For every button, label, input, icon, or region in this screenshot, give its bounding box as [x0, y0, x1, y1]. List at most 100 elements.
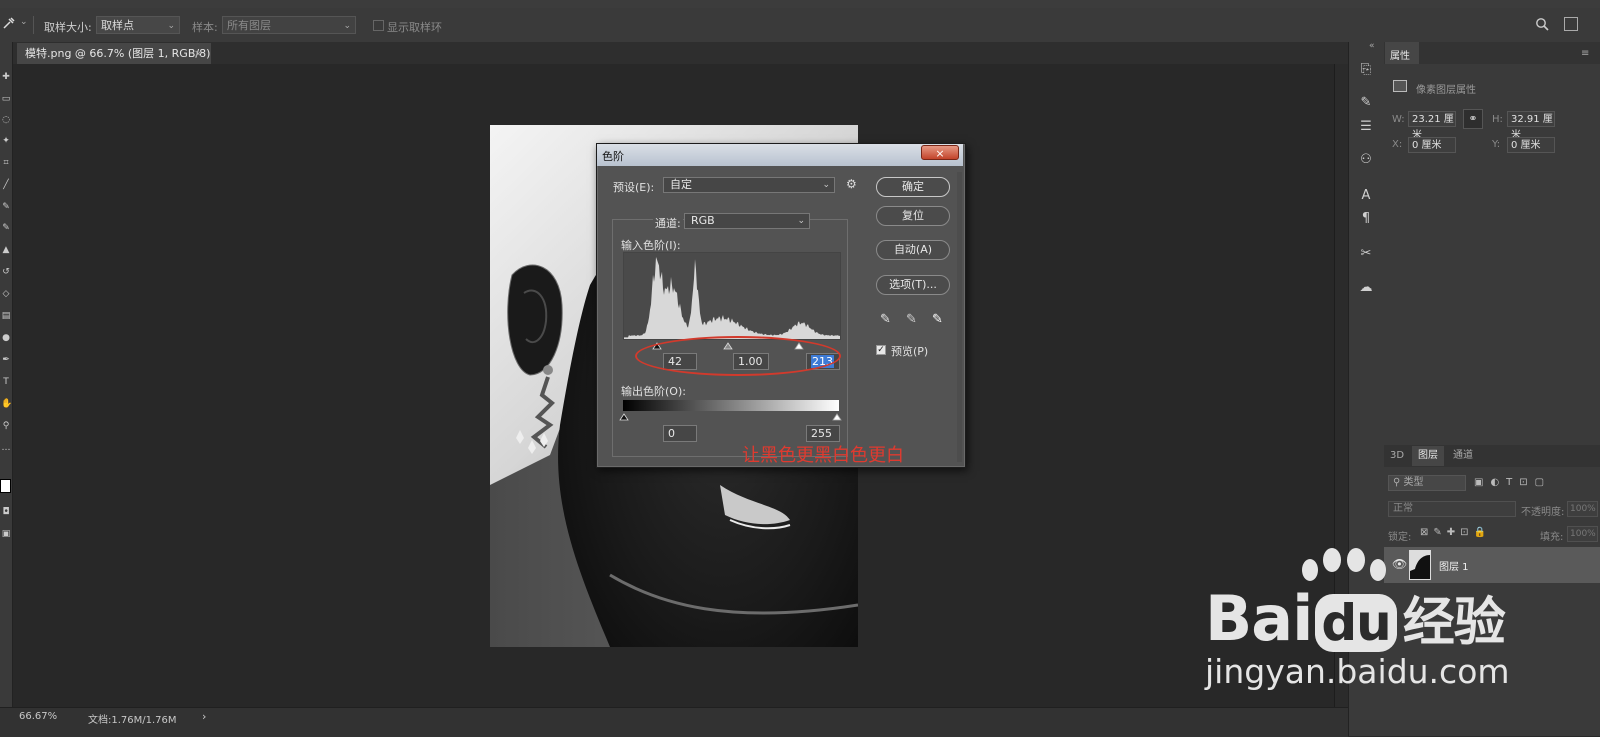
stamp-tool-icon[interactable]: ▲: [1, 245, 11, 255]
black-point-eyedropper-icon[interactable]: ✎: [880, 312, 891, 327]
foreground-color-swatch[interactable]: [0, 479, 11, 493]
output-black-handle[interactable]: [619, 413, 629, 421]
opacity-field[interactable]: 100%: [1567, 501, 1598, 517]
layer-filter-select[interactable]: ⚲ 类型: [1388, 475, 1466, 491]
document-tab[interactable]: 模特.png @ 66.7% (图层 1, RGB/8) * ×: [17, 43, 211, 81]
reset-button[interactable]: 复位: [876, 206, 950, 226]
y-field[interactable]: 0 厘米: [1507, 137, 1555, 153]
gray-point-eyedropper-icon[interactable]: ✎: [906, 312, 917, 327]
dialog-scroll-edge: [957, 172, 962, 462]
type-tool-icon[interactable]: T: [1, 377, 11, 387]
eyedropper-icon[interactable]: ╱: [1, 180, 11, 190]
marquee-tool-icon[interactable]: ▭: [1, 94, 11, 104]
output-slider-track[interactable]: [619, 411, 843, 421]
properties-tab[interactable]: 属性: [1385, 42, 1419, 64]
lasso-tool-icon[interactable]: ◌: [1, 115, 11, 125]
height-field[interactable]: 32.91 厘米: [1507, 111, 1555, 141]
output-gradient-bar: [623, 400, 839, 411]
sample-size-value: 取样点: [101, 19, 134, 32]
document-tab-bar: [13, 42, 1348, 64]
gradient-tool-icon[interactable]: ▤: [1, 311, 11, 321]
x-field[interactable]: 0 厘米: [1408, 137, 1456, 153]
status-menu-arrow-icon[interactable]: ›: [202, 710, 206, 723]
preview-checkbox[interactable]: ✓: [876, 345, 886, 355]
close-tab-icon[interactable]: ×: [194, 43, 203, 64]
blend-mode-value: 正常: [1393, 503, 1413, 514]
blur-tool-icon[interactable]: ●: [1, 333, 11, 343]
channel-select[interactable]: RGB ⌄: [684, 213, 810, 229]
auto-button[interactable]: 自动(A): [876, 240, 950, 260]
blend-mode-select[interactable]: 正常: [1388, 501, 1516, 517]
options-bar: ⌄ 取样大小: 取样点 ⌄ 样本: 所有图层 ⌄ 显示取样环: [0, 8, 1600, 43]
libraries-icon[interactable]: ☁: [1357, 279, 1375, 297]
close-icon[interactable]: ×: [921, 145, 959, 160]
history-panel-icon[interactable]: ⎘: [1357, 61, 1375, 79]
dialog-titlebar[interactable]: 色阶: [597, 144, 963, 166]
clone-source-icon[interactable]: ⚇: [1357, 151, 1375, 169]
white-point-eyedropper-icon[interactable]: ✎: [932, 312, 943, 327]
watermark-brand-paw: du: [1315, 594, 1397, 652]
chevron-down-icon: ⌄: [797, 216, 805, 226]
link-dimensions-icon[interactable]: ⚭: [1463, 109, 1483, 129]
pen-tool-icon[interactable]: ✒: [1, 355, 11, 365]
layer-name[interactable]: 图层 1: [1439, 558, 1469, 573]
hand-tool-icon[interactable]: ✋: [1, 399, 12, 409]
preset-value: 自定: [670, 178, 692, 191]
input-levels-label: 输入色阶(I):: [621, 239, 681, 252]
preset-select[interactable]: 自定 ⌄: [663, 177, 835, 193]
panel-menu-icon[interactable]: ≡: [1581, 48, 1589, 59]
paragraph-panel-icon[interactable]: ¶: [1357, 210, 1375, 228]
watermark-url: jingyan.baidu.com: [1205, 652, 1510, 691]
ok-button[interactable]: 确定: [876, 177, 950, 197]
output-black-field[interactable]: 0: [663, 425, 697, 442]
tab-layers[interactable]: 图层: [1412, 446, 1444, 466]
output-white-handle[interactable]: [832, 413, 842, 421]
chevron-down-icon: ⌄: [343, 21, 351, 31]
filter-kind-value: 类型: [1403, 477, 1424, 488]
character-panel-icon[interactable]: A: [1357, 187, 1375, 205]
tool-preset-chevron-icon[interactable]: ⌄: [20, 17, 28, 27]
healing-brush-icon[interactable]: ✎: [1, 202, 11, 212]
show-ring-label: 显示取样环: [387, 21, 442, 34]
crop-tool-icon[interactable]: ⌗: [1, 158, 11, 168]
zoom-tool-icon[interactable]: ⚲: [1, 421, 11, 431]
tab-channels[interactable]: 通道: [1447, 446, 1479, 466]
sample-select[interactable]: 所有图层 ⌄: [222, 16, 356, 34]
fill-label: 填充:: [1540, 532, 1564, 543]
h-label: H:: [1492, 114, 1503, 125]
history-brush-icon[interactable]: ↺: [1, 267, 11, 277]
lock-icons[interactable]: ⊠✎✚⊡🔒: [1420, 527, 1491, 538]
screen-mode-icon[interactable]: ▣: [1, 529, 11, 539]
zoom-level[interactable]: 66.67%: [19, 711, 57, 722]
adjustments-icon[interactable]: ☰: [1357, 118, 1375, 136]
collapse-arrows-icon[interactable]: «: [1369, 41, 1375, 51]
tool-presets-icon[interactable]: ✂: [1357, 245, 1375, 263]
show-ring-checkbox[interactable]: [373, 20, 384, 31]
search-icon[interactable]: [1535, 17, 1549, 31]
properties-header: 像素图层属性: [1416, 85, 1476, 96]
status-bar: 66.67% 文档:1.76M/1.76M ›: [0, 707, 1348, 737]
workspace-icon[interactable]: [1564, 17, 1578, 31]
more-tools-icon[interactable]: …: [1, 443, 11, 453]
fill-field[interactable]: 100%: [1567, 526, 1598, 542]
lock-label: 锁定:: [1388, 532, 1412, 543]
brush-settings-icon[interactable]: ✎: [1357, 94, 1375, 112]
layer-filter-icons[interactable]: ▣◐T⊡▢: [1474, 477, 1551, 488]
output-white-field[interactable]: 255: [806, 425, 840, 442]
quick-mask-icon[interactable]: ◘: [1, 507, 11, 517]
pixel-layer-icon: [1393, 80, 1407, 92]
eraser-tool-icon[interactable]: ◇: [1, 289, 11, 299]
eyedropper-tool-icon[interactable]: [2, 16, 16, 30]
tab-3d[interactable]: 3D: [1384, 446, 1410, 466]
layer-row[interactable]: 👁 图层 1: [1384, 547, 1600, 583]
brush-tool-icon[interactable]: ✎: [1, 223, 11, 233]
move-tool-icon[interactable]: ✚: [1, 72, 11, 82]
width-field[interactable]: 23.21 厘米: [1408, 111, 1456, 141]
options-button[interactable]: 选项(T)...: [876, 275, 950, 295]
output-levels-label: 输出色阶(O):: [621, 385, 686, 398]
document-info: 文档:1.76M/1.76M: [88, 715, 177, 726]
preset-options-gear-icon[interactable]: ⚙: [846, 177, 857, 191]
watermark-cn: 经验: [1402, 593, 1506, 653]
sample-size-select[interactable]: 取样点 ⌄: [96, 16, 180, 34]
magic-wand-icon[interactable]: ✦: [1, 136, 11, 146]
